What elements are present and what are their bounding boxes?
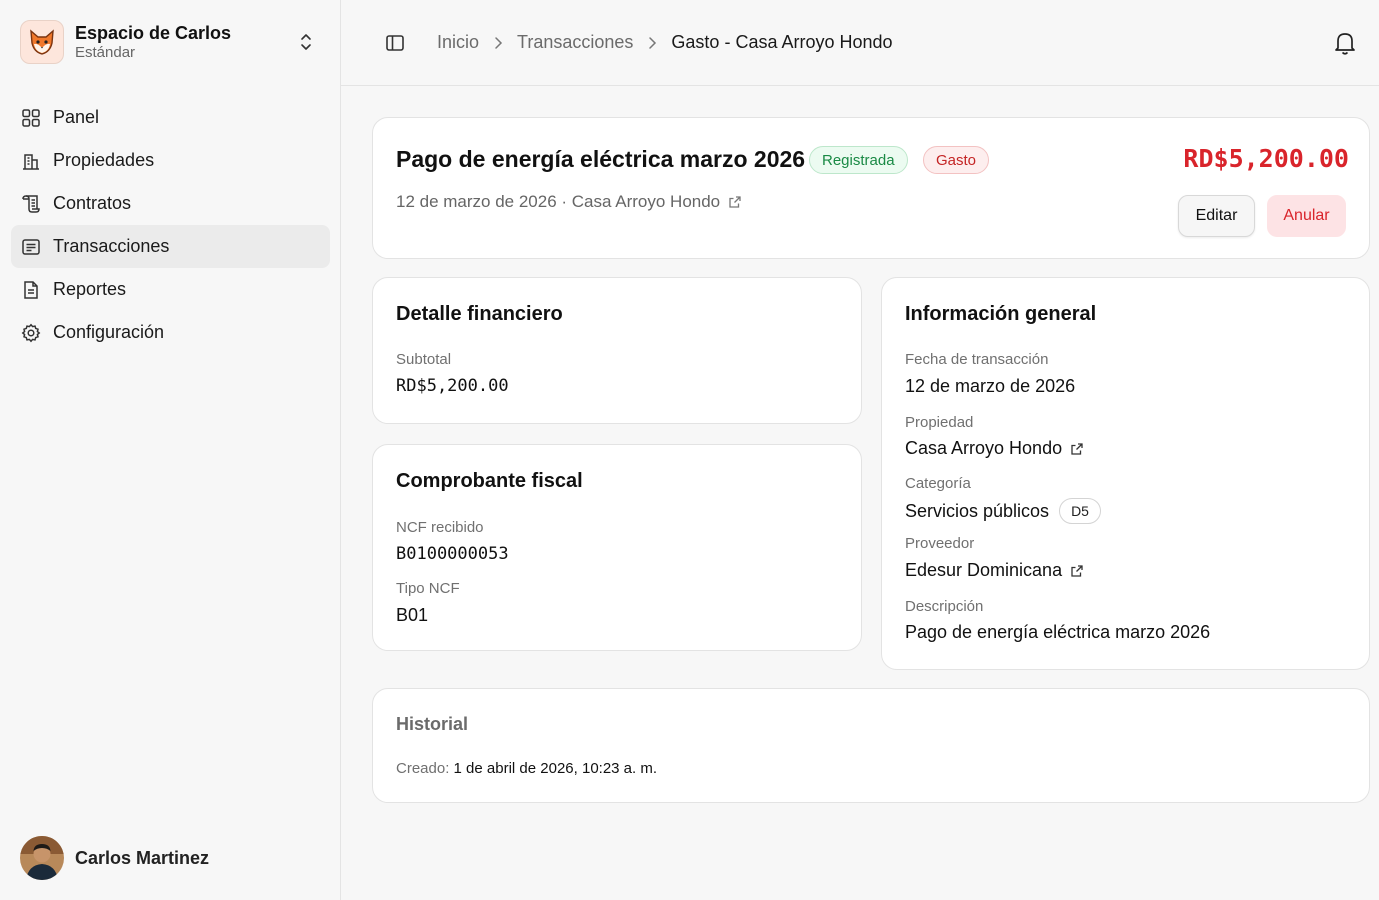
history-card: Historial Creado: 1 de abril de 2026, 10… xyxy=(372,688,1370,803)
grid-icon xyxy=(22,108,40,127)
transaction-title: Pago de energía eléctrica marzo 2026 xyxy=(396,146,806,172)
topbar: Inicio Transacciones Gasto - Casa Arroyo… xyxy=(341,0,1379,86)
description-value: Pago de energía eléctrica marzo 2026 xyxy=(905,622,1211,642)
external-link-icon[interactable] xyxy=(1070,442,1084,456)
receipt-icon xyxy=(22,238,40,255)
ncf-label: NCF recibido xyxy=(396,519,484,536)
section-title: Detalle financiero xyxy=(396,303,563,325)
sidebar-item-label: Contratos xyxy=(53,193,132,213)
category-code-badge: D5 xyxy=(1059,498,1101,524)
sidebar-item-settings[interactable]: Configuración xyxy=(11,311,330,354)
chevron-up-down-icon[interactable] xyxy=(298,30,314,54)
transaction-subtitle-text[interactable]: 12 de marzo de 2026 · Casa Arroyo Hondo xyxy=(396,192,720,212)
sidebar-item-label: Propiedades xyxy=(53,150,155,170)
sidebar-item-contracts[interactable]: Contratos xyxy=(11,182,330,225)
category-row: Servicios públicos D5 xyxy=(905,498,1101,524)
section-title: Comprobante fiscal xyxy=(396,470,583,492)
provider-link[interactable]: Edesur Dominicana xyxy=(905,560,1084,581)
sidebar-item-panel[interactable]: Panel xyxy=(11,96,330,139)
sidebar-item-label: Reportes xyxy=(53,279,127,299)
gear-icon xyxy=(21,323,41,342)
building-icon xyxy=(23,153,39,170)
breadcrumb-current: Gasto - Casa Arroyo Hondo xyxy=(671,32,893,52)
financial-detail-card: Detalle financiero Subtotal RD$5,200.00 xyxy=(372,277,862,424)
breadcrumb-transactions[interactable]: Transacciones xyxy=(517,32,633,53)
chevron-right-icon xyxy=(649,36,657,49)
sidebar: Espacio de Carlos Estándar Panel Propied… xyxy=(0,0,341,900)
history-created-value: 1 de abril de 2026, 10:23 a. m. xyxy=(453,760,658,777)
section-title: Información general xyxy=(905,303,1097,325)
sidebar-item-reports[interactable]: Reportes xyxy=(11,268,330,311)
property-link[interactable]: Casa Arroyo Hondo xyxy=(905,438,1084,459)
property-label: Propiedad xyxy=(905,414,974,431)
sidebar-item-label: Transacciones xyxy=(53,236,170,256)
provider-label: Proveedor xyxy=(905,535,975,552)
main-content: Inicio Transacciones Gasto - Casa Arroyo… xyxy=(341,0,1379,900)
fiscal-voucher-card: Comprobante fiscal NCF recibido B0100000… xyxy=(372,444,862,651)
sidebar-item-properties[interactable]: Propiedades xyxy=(11,139,330,182)
type-badge: Gasto xyxy=(923,146,990,174)
subtotal-value: RD$5,200.00 xyxy=(396,376,509,396)
category-value: Servicios públicos xyxy=(905,500,1050,521)
chevron-right-icon xyxy=(495,36,503,49)
edit-button[interactable]: Editar xyxy=(1178,195,1255,237)
sidebar-item-transactions[interactable]: Transacciones xyxy=(11,225,330,268)
transaction-subtitle: 12 de marzo de 2026 · Casa Arroyo Hondo xyxy=(396,192,742,212)
date-value: 12 de marzo de 2026 xyxy=(905,376,1076,396)
description-label: Descripción xyxy=(905,598,984,615)
general-info-card: Información general Fecha de transacción… xyxy=(881,277,1370,670)
sidebar-item-label: Configuración xyxy=(53,322,165,342)
workspace-switcher[interactable]: Espacio de Carlos Estándar xyxy=(20,20,320,64)
ncf-type-label: Tipo NCF xyxy=(396,580,460,597)
provider-value[interactable]: Edesur Dominicana xyxy=(905,560,1062,581)
history-created-label: Creado: xyxy=(396,760,450,777)
workspace-plan: Estándar xyxy=(75,44,136,61)
ncf-type-value: B01 xyxy=(396,605,429,625)
external-link-icon[interactable] xyxy=(728,195,742,209)
void-button[interactable]: Anular xyxy=(1267,195,1346,237)
date-label: Fecha de transacción xyxy=(905,351,1049,368)
user-name: Carlos Martinez xyxy=(75,847,210,868)
avatar xyxy=(20,836,64,880)
report-icon xyxy=(24,280,38,299)
ncf-value: B0100000053 xyxy=(396,544,509,564)
sidebar-item-label: Panel xyxy=(53,107,100,127)
sidebar-nav: Panel Propiedades Contratos Transaccione… xyxy=(11,96,330,354)
property-value[interactable]: Casa Arroyo Hondo xyxy=(905,438,1062,459)
status-badge: Registrada xyxy=(809,146,908,174)
history-entry: Creado: 1 de abril de 2026, 10:23 a. m. xyxy=(396,760,657,777)
fox-logo-icon xyxy=(20,20,64,64)
subtotal-label: Subtotal xyxy=(396,351,452,368)
external-link-icon[interactable] xyxy=(1070,564,1084,578)
user-menu[interactable]: Carlos Martinez xyxy=(20,836,209,880)
transaction-amount: RD$5,200.00 xyxy=(1183,144,1349,173)
breadcrumb: Inicio Transacciones Gasto - Casa Arroyo… xyxy=(437,32,893,53)
category-label: Categoría xyxy=(905,475,971,492)
workspace-name: Espacio de Carlos xyxy=(75,23,232,43)
bell-icon[interactable] xyxy=(1333,30,1357,56)
breadcrumb-home[interactable]: Inicio xyxy=(437,32,479,53)
sidebar-toggle-icon[interactable] xyxy=(385,33,405,53)
contract-icon xyxy=(22,194,40,213)
transaction-header-card: Pago de energía eléctrica marzo 2026 Reg… xyxy=(372,117,1370,259)
history-title: Historial xyxy=(396,714,469,734)
